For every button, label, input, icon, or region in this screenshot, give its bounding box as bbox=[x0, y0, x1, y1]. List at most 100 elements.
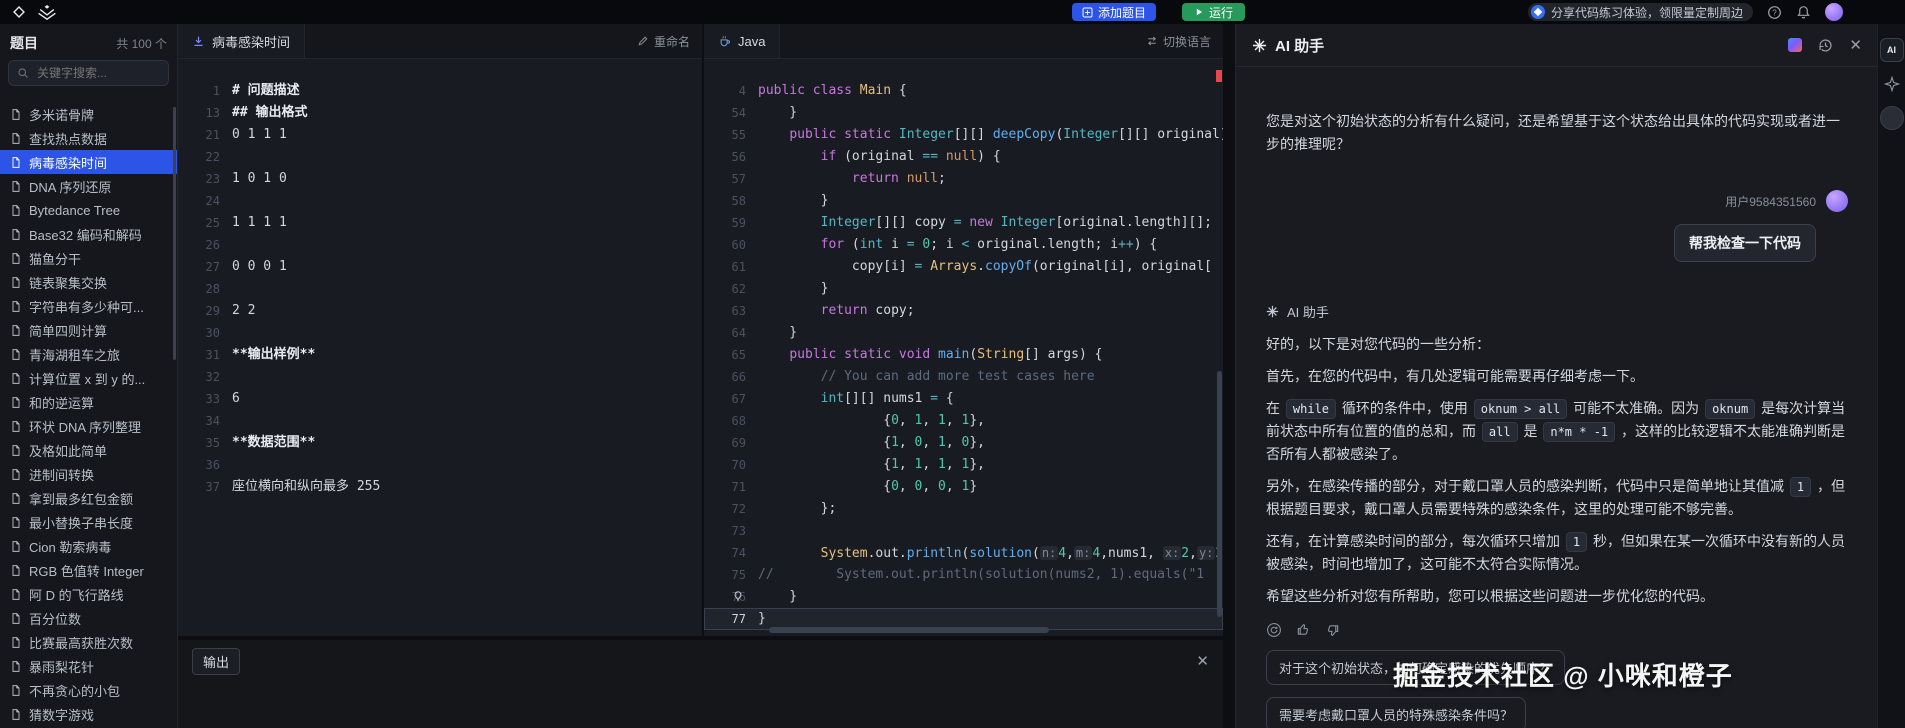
editor-horizontal-scrollbar[interactable] bbox=[769, 627, 1049, 633]
share-campaign-pill[interactable]: 分享代码练习体验，领限量定制周边 bbox=[1527, 3, 1753, 21]
sidebar-item[interactable]: Bytedance Tree bbox=[0, 198, 177, 222]
sidebar-item[interactable]: DNA 序列还原 bbox=[0, 174, 177, 198]
sidebar-item[interactable]: 最小替换子串长度 bbox=[0, 510, 177, 534]
sidebar-item[interactable]: Cion 勒索病毒 bbox=[0, 534, 177, 558]
editor-line[interactable]: 25 1 1 1 1 bbox=[178, 212, 702, 234]
sidebar-item[interactable]: 猜数字游戏 bbox=[0, 702, 177, 726]
editor-line[interactable]: 1 # 问题描述 bbox=[178, 80, 702, 102]
editor-line[interactable]: 59 Integer[][] copy = new Integer[origin… bbox=[704, 212, 1223, 234]
sidebar-item[interactable]: 暴雨梨花针 bbox=[0, 654, 177, 678]
help-icon[interactable]: ? bbox=[1767, 5, 1782, 20]
sidebar-item[interactable]: 链表聚集交换 bbox=[0, 270, 177, 294]
sidebar-item[interactable]: 阿 D 的飞行路线 bbox=[0, 582, 177, 606]
editor-line[interactable]: 67 int[][] nums1 = { bbox=[704, 388, 1223, 410]
output-tab[interactable]: 输出 bbox=[192, 648, 241, 675]
model-icon[interactable] bbox=[1788, 38, 1803, 52]
sidebar-item[interactable]: 病毒感染时间 bbox=[0, 150, 177, 174]
assistant-avatar[interactable] bbox=[1879, 106, 1904, 130]
user-avatar[interactable] bbox=[1825, 3, 1843, 21]
sidebar-item[interactable]: 青海湖租车之旅 bbox=[0, 342, 177, 366]
editor-line[interactable]: 55 public static Integer[][] deepCopy(In… bbox=[704, 124, 1223, 146]
sidebar-item[interactable]: 比赛最高获胜次数 bbox=[0, 630, 177, 654]
close-icon[interactable]: ✕ bbox=[1849, 38, 1862, 53]
editor-line[interactable]: 36 bbox=[178, 454, 702, 476]
problem-tab[interactable]: 病毒感染时间 bbox=[178, 24, 306, 58]
star-icon[interactable] bbox=[1883, 76, 1900, 92]
sidebar-item[interactable]: 及格如此简单 bbox=[0, 438, 177, 462]
editor-line[interactable]: 24 bbox=[178, 190, 702, 212]
close-icon[interactable]: ✕ bbox=[1196, 654, 1209, 669]
sidebar-item[interactable]: 环状 DNA 序列整理 bbox=[0, 414, 177, 438]
editor-line[interactable]: 73 bbox=[704, 520, 1223, 542]
editor-line[interactable]: 32 bbox=[178, 366, 702, 388]
editor-vertical-scrollbar[interactable] bbox=[1217, 371, 1222, 617]
editor-line[interactable]: 68 {0, 1, 1, 1}, bbox=[704, 410, 1223, 432]
editor-line[interactable]: 72 }; bbox=[704, 498, 1223, 520]
ai-launcher-icon[interactable]: AI bbox=[1879, 38, 1904, 62]
editor-line[interactable]: 22 bbox=[178, 146, 702, 168]
sidebar-item[interactable]: 和的逆运算 bbox=[0, 390, 177, 414]
editor-line[interactable]: 62 } bbox=[704, 278, 1223, 300]
editor-line[interactable]: 65 public static void main(String[] args… bbox=[704, 344, 1223, 366]
editor-line[interactable]: 60 for (int i = 0; i < original.length; … bbox=[704, 234, 1223, 256]
switch-language-button[interactable]: 切换语言 bbox=[1146, 33, 1211, 50]
editor-line[interactable]: 66 // You can add more test cases here bbox=[704, 366, 1223, 388]
suggested-question-chip[interactable]: 对于这个初始状态，如何确定感染的优先顺序？ bbox=[1266, 650, 1566, 685]
sidebar-item[interactable]: RGB 色值转 Integer bbox=[0, 558, 177, 582]
editor-line[interactable]: 26 bbox=[178, 234, 702, 256]
editor-line[interactable]: 28 bbox=[178, 278, 702, 300]
sidebar-item[interactable]: 查找热点数据 bbox=[0, 126, 177, 150]
editor-line[interactable]: 37 座位横向和纵向最多 255 bbox=[178, 476, 702, 498]
search-input[interactable] bbox=[35, 65, 160, 81]
thumbs-down-icon[interactable] bbox=[1325, 622, 1340, 638]
editor-line[interactable]: 21 0 1 1 1 bbox=[178, 124, 702, 146]
editor-line[interactable]: 34 bbox=[178, 410, 702, 432]
thumbs-up-icon[interactable] bbox=[1296, 622, 1311, 638]
search-box[interactable] bbox=[8, 60, 169, 86]
sidebar-item[interactable]: 计算位置 x 到 y 的... bbox=[0, 366, 177, 390]
editor-line[interactable]: 63 return copy; bbox=[704, 300, 1223, 322]
sidebar-item[interactable]: 字符串有多少种可... bbox=[0, 294, 177, 318]
editor-line[interactable]: 31 **输出样例** bbox=[178, 344, 702, 366]
editor-line[interactable]: 27 0 0 0 1 bbox=[178, 256, 702, 278]
editor-line[interactable]: 74 System.out.println(solution(n: 4, m: 4,n… bbox=[704, 542, 1223, 564]
sidebar-item[interactable]: 拿到最多红包金额 bbox=[0, 486, 177, 510]
history-icon[interactable] bbox=[1818, 38, 1833, 53]
editor-line[interactable]: 69 {1, 0, 1, 0}, bbox=[704, 432, 1223, 454]
editor-line[interactable]: 61 copy[i] = Arrays.copyOf(original[i], … bbox=[704, 256, 1223, 278]
editor-line[interactable]: 30 bbox=[178, 322, 702, 344]
sidebar-item[interactable]: 多米诺骨牌 bbox=[0, 102, 177, 126]
editor-line[interactable]: 13 ## 输出格式 bbox=[178, 102, 702, 124]
sidebar-item[interactable]: Base32 编码和解码 bbox=[0, 222, 177, 246]
language-tab-java[interactable]: Java bbox=[704, 24, 781, 58]
editor-line[interactable]: 64 } bbox=[704, 322, 1223, 344]
sidebar-scrollbar[interactable] bbox=[173, 107, 176, 360]
editor-line[interactable]: 4 public class Main { bbox=[704, 80, 1223, 102]
editor-line[interactable]: 75 // System.out.println(solution(nums2, … bbox=[704, 564, 1223, 586]
problem-editor[interactable]: 1 # 问题描述 13 ## 输出格式 21 0 1 1 1 22 23 1 0 1 0 24 25… bbox=[178, 58, 702, 636]
editor-line[interactable]: 29 2 2 bbox=[178, 300, 702, 322]
code-editor[interactable]: 4 public class Main {54 } 55 public static… bbox=[704, 58, 1223, 636]
editor-line[interactable]: 57 return null; bbox=[704, 168, 1223, 190]
editor-line[interactable]: 23 1 0 1 0 bbox=[178, 168, 702, 190]
svg-text:?: ? bbox=[1772, 8, 1777, 17]
regenerate-icon[interactable] bbox=[1266, 622, 1282, 638]
editor-line[interactable]: 76 } bbox=[704, 586, 1223, 608]
editor-line[interactable]: 33 6 bbox=[178, 388, 702, 410]
bell-icon[interactable] bbox=[1796, 5, 1811, 20]
editor-line[interactable]: 56 if (original == null) { bbox=[704, 146, 1223, 168]
suggested-question-chip[interactable]: 需要考虑戴口罩人员的特殊感染条件吗？ bbox=[1266, 697, 1527, 728]
editor-line[interactable]: 35 **数据范围** bbox=[178, 432, 702, 454]
sidebar-item[interactable]: 猫鱼分干 bbox=[0, 246, 177, 270]
editor-line[interactable]: 54 } bbox=[704, 102, 1223, 124]
add-problem-button[interactable]: 添加题目 bbox=[1072, 3, 1157, 21]
sidebar-item[interactable]: 进制间转换 bbox=[0, 462, 177, 486]
sidebar-item[interactable]: 不再贪心的小包 bbox=[0, 678, 177, 702]
rename-button[interactable]: 重命名 bbox=[637, 33, 690, 50]
editor-line[interactable]: 71 {0, 0, 0, 1} bbox=[704, 476, 1223, 498]
editor-line[interactable]: 58 } bbox=[704, 190, 1223, 212]
sidebar-item[interactable]: 简单四则计算 bbox=[0, 318, 177, 342]
sidebar-item[interactable]: 百分位数 bbox=[0, 606, 177, 630]
editor-line[interactable]: 70 {1, 1, 1, 1}, bbox=[704, 454, 1223, 476]
run-button[interactable]: 运行 bbox=[1182, 3, 1246, 21]
